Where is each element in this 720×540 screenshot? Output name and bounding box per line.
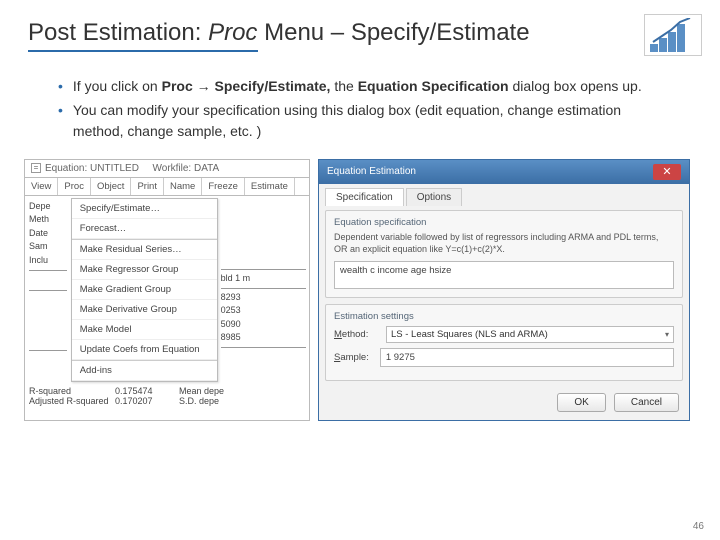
sample-label: Sample: — [334, 352, 372, 363]
method-select[interactable]: LS - Least Squares (NLS and ARMA)▾ — [386, 326, 674, 343]
equation-estimation-dialog: Equation Estimation ✕ Specification Opti… — [318, 159, 690, 421]
toolbar-freeze[interactable]: Freeze — [202, 178, 245, 195]
bullet-2: You can modify your specification using … — [73, 100, 670, 141]
method-label: Method: — [334, 329, 378, 340]
ok-button[interactable]: OK — [557, 393, 605, 412]
toolbar-proc[interactable]: Proc — [58, 178, 91, 195]
menu-addins[interactable]: Add-ins — [72, 361, 217, 381]
toolbar-name[interactable]: Name — [164, 178, 202, 195]
cancel-button[interactable]: Cancel — [614, 393, 679, 412]
equation-window: = Equation: UNTITLED Workfile: DATA View… — [24, 159, 310, 421]
menu-forecast[interactable]: Forecast… — [72, 219, 217, 239]
title-underline — [28, 50, 258, 52]
menu-specify-estimate[interactable]: Specify/Estimate… — [72, 199, 217, 219]
bullet-list: If you click on Proc → Specify/Estimate,… — [0, 60, 720, 159]
close-icon[interactable]: ✕ — [653, 164, 681, 180]
proc-menu: Specify/Estimate… Forecast… Make Residua… — [71, 198, 218, 382]
menu-make-gradient[interactable]: Make Gradient Group — [72, 280, 217, 300]
dialog-titlebar: Equation Estimation ✕ — [319, 160, 689, 184]
eq-spec-help: Dependent variable followed by list of r… — [334, 232, 674, 255]
slide-title: Post Estimation: Proc Menu – Specify/Est… — [28, 18, 692, 48]
tab-specification[interactable]: Specification — [325, 188, 404, 206]
logo — [644, 14, 702, 56]
equation-window-titlebar: = Equation: UNTITLED Workfile: DATA — [25, 160, 309, 178]
toolbar-print[interactable]: Print — [131, 178, 164, 195]
group-eq-spec-label: Equation specification — [334, 217, 674, 228]
sample-input[interactable]: 1 9275 — [380, 348, 674, 367]
group-est-settings-label: Estimation settings — [334, 311, 674, 322]
equation-input[interactable]: wealth c income age hsize — [334, 261, 674, 289]
bullet-1: If you click on Proc → Specify/Estimate,… — [73, 76, 642, 96]
menu-make-regressor[interactable]: Make Regressor Group — [72, 260, 217, 280]
tab-options[interactable]: Options — [406, 188, 462, 206]
equation-toolbar: View Proc Object Print Name Freeze Estim… — [25, 178, 309, 196]
page-number: 46 — [693, 521, 704, 532]
menu-make-derivative[interactable]: Make Derivative Group — [72, 300, 217, 320]
toolbar-estimate[interactable]: Estimate — [245, 178, 295, 195]
output-right-col: bld 1 m 8293 0253 5090 8985 — [218, 196, 309, 384]
output-left-col: Depe Meth Date Sam Inclu — [25, 196, 71, 384]
toolbar-view[interactable]: View — [25, 178, 58, 195]
control-icon: = — [31, 163, 41, 173]
menu-update-coefs[interactable]: Update Coefs from Equation — [72, 340, 217, 360]
menu-make-model[interactable]: Make Model — [72, 320, 217, 340]
chevron-down-icon: ▾ — [665, 330, 669, 339]
toolbar-object[interactable]: Object — [91, 178, 131, 195]
menu-make-residual[interactable]: Make Residual Series… — [72, 240, 217, 260]
